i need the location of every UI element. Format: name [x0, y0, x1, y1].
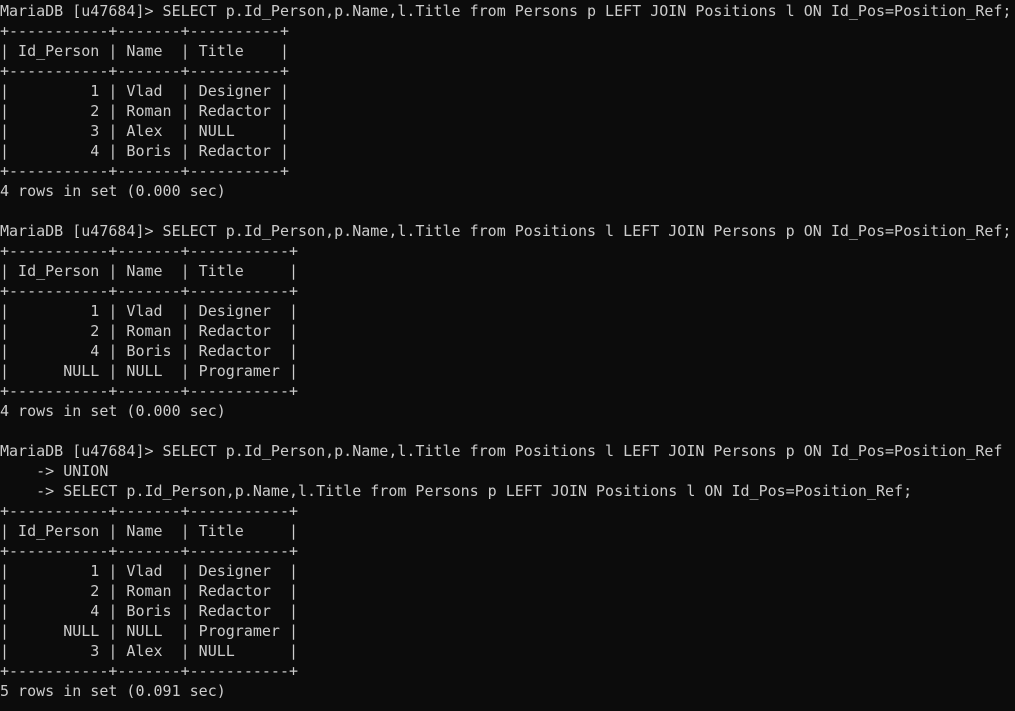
table-3-border-top: +-----------+-------+-----------+ — [0, 502, 299, 520]
prompt-line-1: MariaDB [u47684]> SELECT p.Id_Person,p.N… — [0, 2, 1012, 20]
table-row: | 4 | Boris | Redactor | — [0, 602, 299, 620]
table-row: | 3 | Alex | NULL | — [0, 122, 289, 140]
table-2-header: | Id_Person | Name | Title | — [0, 262, 299, 280]
table-3-header: | Id_Person | Name | Title | — [0, 522, 299, 540]
continuation-line: -> SELECT p.Id_Person,p.Name,l.Title fro… — [0, 482, 913, 500]
table-row: | 1 | Vlad | Designer | — [0, 562, 299, 580]
terminal-window[interactable]: MariaDB [u47684]> SELECT p.Id_Person,p.N… — [0, 0, 1015, 711]
continuation-line: -> UNION — [0, 462, 109, 480]
result-summary-2: 4 rows in set (0.000 sec) — [0, 402, 226, 420]
table-row: | NULL | NULL | Programer | — [0, 622, 299, 640]
table-1-border-top: +-----------+-------+----------+ — [0, 22, 289, 40]
table-1-border-mid: +-----------+-------+----------+ — [0, 62, 289, 80]
table-1-border-bottom: +-----------+-------+----------+ — [0, 162, 289, 180]
table-row: | 1 | Vlad | Designer | — [0, 302, 299, 320]
table-2-border-bottom: +-----------+-------+-----------+ — [0, 382, 299, 400]
table-row: | NULL | NULL | Programer | — [0, 362, 299, 380]
prompt-line-2: MariaDB [u47684]> SELECT p.Id_Person,p.N… — [0, 222, 1012, 240]
table-1-header: | Id_Person | Name | Title | — [0, 42, 289, 60]
table-3-border-bottom: +-----------+-------+-----------+ — [0, 662, 299, 680]
table-row: | 4 | Boris | Redactor | — [0, 342, 299, 360]
prompt-line-3: MariaDB [u47684]> SELECT p.Id_Person,p.N… — [0, 442, 1003, 460]
table-row: | 2 | Roman | Redactor | — [0, 582, 299, 600]
table-row: | 3 | Alex | NULL | — [0, 642, 299, 660]
table-2-border-top: +-----------+-------+-----------+ — [0, 242, 299, 260]
table-row: | 2 | Roman | Redactor | — [0, 102, 289, 120]
table-row: | 4 | Boris | Redactor | — [0, 142, 289, 160]
table-row: | 2 | Roman | Redactor | — [0, 322, 299, 340]
table-3-border-mid: +-----------+-------+-----------+ — [0, 542, 299, 560]
table-row: | 1 | Vlad | Designer | — [0, 82, 289, 100]
table-2-border-mid: +-----------+-------+-----------+ — [0, 282, 299, 300]
result-summary-3: 5 rows in set (0.091 sec) — [0, 682, 226, 700]
result-summary-1: 4 rows in set (0.000 sec) — [0, 182, 226, 200]
